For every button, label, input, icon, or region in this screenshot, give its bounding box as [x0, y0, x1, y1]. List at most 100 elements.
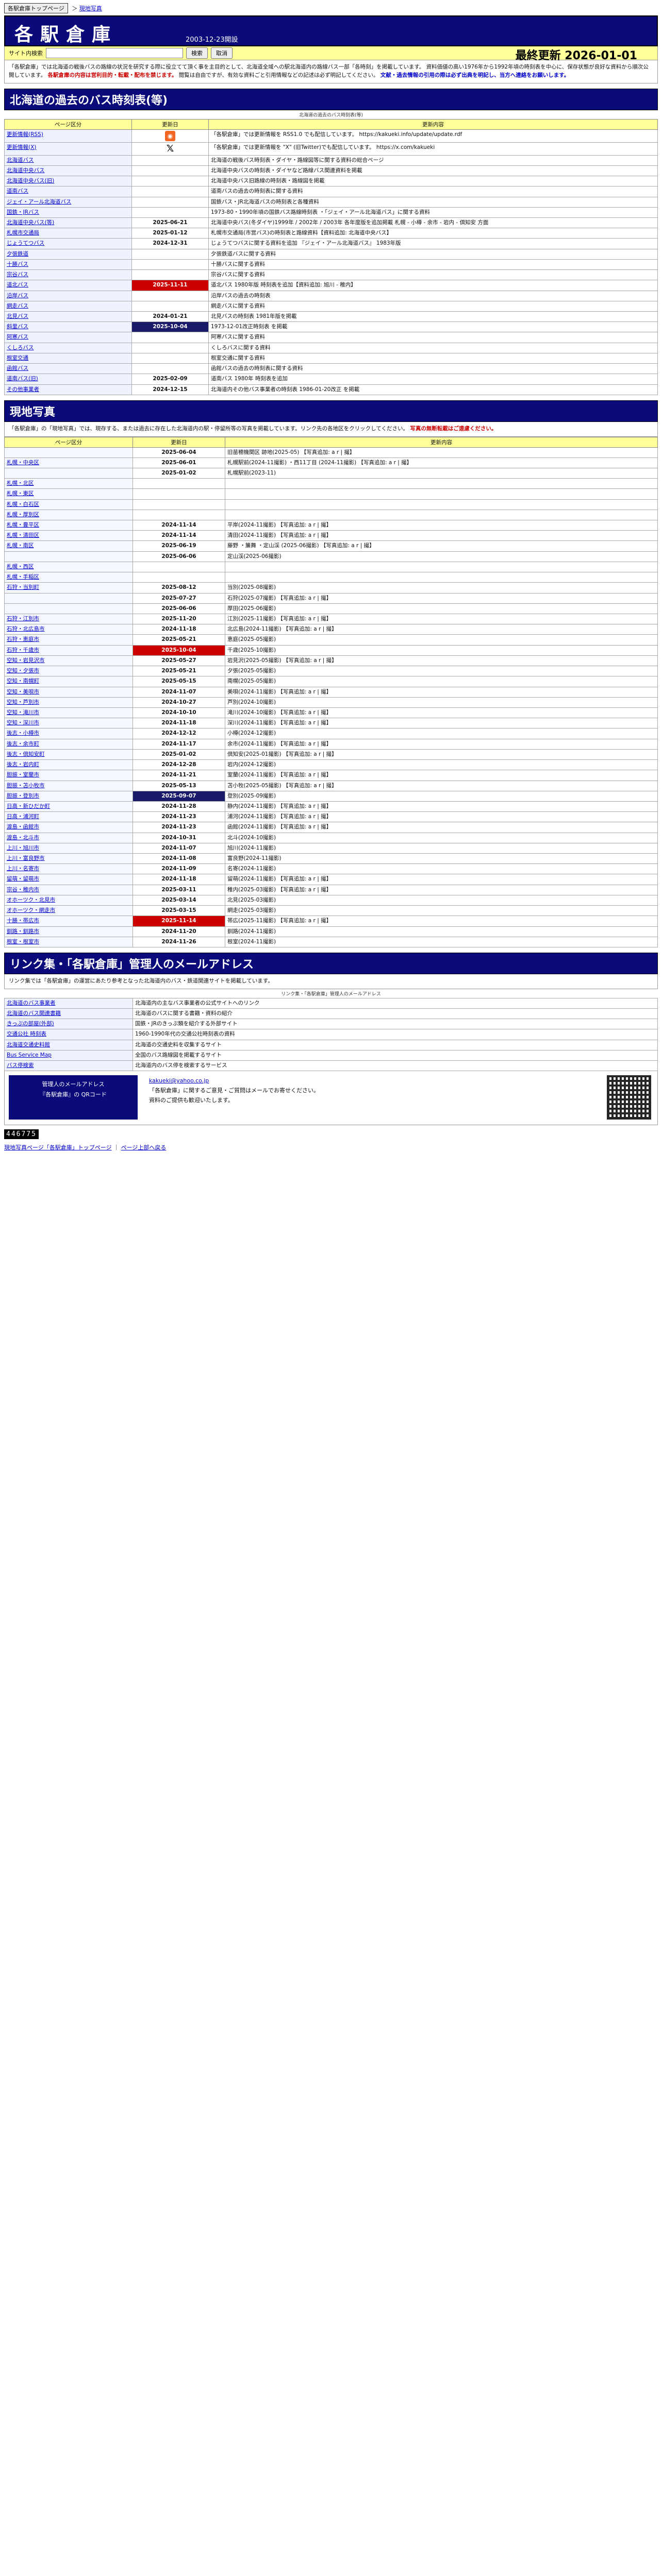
photo-category-link[interactable]: 渡島・北斗市	[7, 835, 39, 841]
photo-category-link[interactable]: 日高・浦河町	[7, 814, 39, 820]
links-category-link[interactable]: Bus Service Map	[7, 1052, 52, 1058]
links-category-link[interactable]: 交通公社 時刻表	[7, 1031, 46, 1037]
footer-top-link[interactable]: ページ上部へ戻る	[121, 1144, 167, 1151]
links-category-link[interactable]: きっぷの部屋(外部)	[7, 1021, 54, 1027]
links-category-link[interactable]: 北海道のバス関連書籍	[7, 1010, 61, 1016]
photo-category-link[interactable]: 空知・夕張市	[7, 668, 39, 674]
bus-update-cell: 北海道の戦後バス時刻表・ダイヤ・路線図等に関する資料の総合ページ	[208, 155, 658, 166]
bus-category-link[interactable]: 道北バス	[7, 282, 28, 288]
bus-category-link[interactable]: くしろバス	[7, 345, 34, 351]
bus-category-link[interactable]: 北海道中央バス(等)	[7, 219, 54, 226]
photo-category-link[interactable]: 空知・滝川市	[7, 709, 39, 716]
bus-category-link[interactable]: 阿寒バス	[7, 334, 28, 340]
photo-category-link[interactable]: 空知・芦別市	[7, 699, 39, 705]
photo-category-link[interactable]: 札幌・東区	[7, 490, 34, 497]
photo-category-cell: 空知・芦別市	[4, 697, 133, 708]
bus-category-link[interactable]: 函館バス	[7, 365, 28, 371]
bus-category-link[interactable]: じょうてつバス	[7, 240, 44, 246]
mail-panel: 管理人のメールアドレス 『各駅倉庫』の QRコード	[9, 1075, 138, 1120]
bus-category-cell: 北見バス	[4, 311, 132, 323]
bus-category-link[interactable]: 宗谷バス	[7, 272, 28, 278]
photo-category-link[interactable]: 札幌・西区	[7, 564, 34, 570]
photo-category-link[interactable]: 渡島・函館市	[7, 824, 39, 830]
bus-date-cell	[131, 248, 209, 260]
bus-category-link[interactable]: 夕張鉄道	[7, 251, 28, 257]
photo-category-link[interactable]: 空知・深川市	[7, 720, 39, 726]
search-input[interactable]	[46, 48, 183, 58]
photo-category-link[interactable]: 石狩・北広島市	[7, 626, 45, 632]
photo-category-link[interactable]: 後志・岩内町	[7, 761, 39, 768]
clear-button[interactable]: 取消	[211, 47, 233, 59]
rss-icon[interactable]: ◉	[165, 130, 175, 141]
photo-category-link[interactable]: 石狩・千歳市	[7, 647, 39, 653]
photo-category-link[interactable]: 空知・南幌町	[7, 678, 39, 684]
photo-category-link[interactable]: 胆振・室蘭市	[7, 772, 39, 778]
bus-date-cell	[131, 165, 209, 177]
mail-address-link[interactable]: kakueki@yahoo.co.jp	[149, 1077, 209, 1084]
photo-category-link[interactable]: 札幌・南区	[7, 543, 34, 549]
photo-category-link[interactable]: 札幌・豊平区	[7, 522, 39, 528]
photo-category-link[interactable]: 上川・旭川市	[7, 845, 39, 851]
notice-red: 各駅倉庫の内容は営利目的・転載・配布を禁じます。	[47, 72, 177, 78]
breadcrumb-current[interactable]: 現地写真	[79, 5, 102, 12]
photo-category-link[interactable]: 札幌・清田区	[7, 532, 39, 538]
photo-category-link[interactable]: 札幌・北区	[7, 480, 34, 486]
photo-category-link[interactable]: 根室・根室市	[7, 939, 39, 945]
bus-category-cell: その他事業者	[4, 384, 132, 395]
bus-category-link[interactable]: 沿岸バス	[7, 293, 28, 299]
bus-category-link[interactable]: 道南バス	[7, 188, 28, 194]
photo-category-link[interactable]: 上川・富良野市	[7, 855, 45, 861]
photo-category-link[interactable]: 胆振・苫小牧市	[7, 783, 45, 789]
photo-category-link[interactable]: 石狩・当別町	[7, 584, 39, 590]
photo-category-link[interactable]: 札幌・白石区	[7, 501, 39, 507]
photo-category-link[interactable]: 釧路・釧路市	[7, 928, 39, 935]
links-category-link[interactable]: 北海道交通史料館	[7, 1042, 50, 1048]
bus-category-link[interactable]: 札幌市交通局	[7, 230, 39, 236]
bus-category-link[interactable]: 北見バス	[7, 313, 28, 319]
bus-category-link[interactable]: ジェイ・アール北海道バス	[7, 199, 71, 205]
bus-category-link[interactable]: 更新情報(X)	[7, 144, 36, 150]
photo-category-link[interactable]: 宗谷・稚内市	[7, 887, 39, 893]
photo-update-cell: 根室(2024-11撮影)	[225, 936, 658, 948]
bus-category-link[interactable]: 北海道中央バス(旧)	[7, 178, 54, 184]
photo-category-link[interactable]: 札幌・中央区	[7, 460, 39, 466]
photo-category-link[interactable]: 後志・余市町	[7, 741, 39, 747]
photo-category-link[interactable]: 十勝・帯広市	[7, 918, 39, 924]
photo-category-link[interactable]: 札幌・手稲区	[7, 574, 39, 580]
photo-category-link[interactable]: 後志・小樽市	[7, 730, 39, 736]
bus-category-link[interactable]: 国鉄・JRバス	[7, 209, 39, 215]
photo-category-link[interactable]: 胆振・登別市	[7, 793, 39, 799]
bus-category-link[interactable]: 北海道バス	[7, 157, 34, 163]
photo-category-link[interactable]: 後志・倶知安町	[7, 751, 45, 757]
bus-category-link[interactable]: 根室交通	[7, 355, 28, 361]
photo-category-cell: 空知・岩見沢市	[4, 655, 133, 667]
photo-category-link[interactable]: 空知・岩見沢市	[7, 657, 45, 664]
bus-category-link[interactable]: 網走バス	[7, 303, 28, 309]
photo-category-link[interactable]: 上川・名寄市	[7, 866, 39, 872]
photo-category-link[interactable]: オホーツク・北見市	[7, 897, 55, 903]
photo-category-link[interactable]: 空知・美唄市	[7, 689, 39, 695]
photo-category-link[interactable]: オホーツク・網走市	[7, 907, 55, 913]
photo-category-link[interactable]: 札幌・厚別区	[7, 512, 39, 518]
footer-home-link[interactable]: 現地写真ページ「各駅倉庫」トップページ	[4, 1144, 112, 1151]
photo-update-cell: 美唄(2024-11撮影) 【写真追加: a r | 撮】	[225, 686, 658, 698]
x-logo-icon[interactable]: 𝕏	[165, 143, 175, 154]
bus-category-link[interactable]: 道南バス(旧)	[7, 376, 38, 382]
bus-category-link[interactable]: 十勝バス	[7, 261, 28, 267]
bus-category-link[interactable]: 北海道中央バス	[7, 167, 45, 174]
bus-date-cell: 𝕏	[131, 142, 209, 156]
bus-category-link[interactable]: 更新情報(RSS)	[7, 131, 43, 138]
search-button[interactable]: 検索	[186, 47, 208, 59]
photo-category-link[interactable]: 日高・新ひだか町	[7, 803, 50, 809]
photo-category-link[interactable]: 留萌・留萌市	[7, 876, 39, 882]
home-button[interactable]: 各駅倉庫トップページ	[4, 3, 68, 13]
links-category-link[interactable]: 北海道のバス事業者	[7, 1000, 56, 1006]
bus-table-row: 北見バス 2024-01-21 北見バスの時刻表 1981年版を掲載	[4, 311, 658, 323]
bus-category-link[interactable]: その他事業者	[7, 386, 39, 393]
photo-category-link[interactable]: 石狩・恵庭市	[7, 636, 39, 642]
photo-update-cell: 平岸(2024-11撮影) 【写真追加: a r | 撮】	[225, 520, 658, 531]
links-category-link[interactable]: バス停検索	[7, 1062, 34, 1069]
bus-category-cell: 十勝バス	[4, 259, 132, 270]
photo-category-link[interactable]: 石狩・江別市	[7, 616, 39, 622]
bus-category-link[interactable]: 斜里バス	[7, 324, 28, 330]
